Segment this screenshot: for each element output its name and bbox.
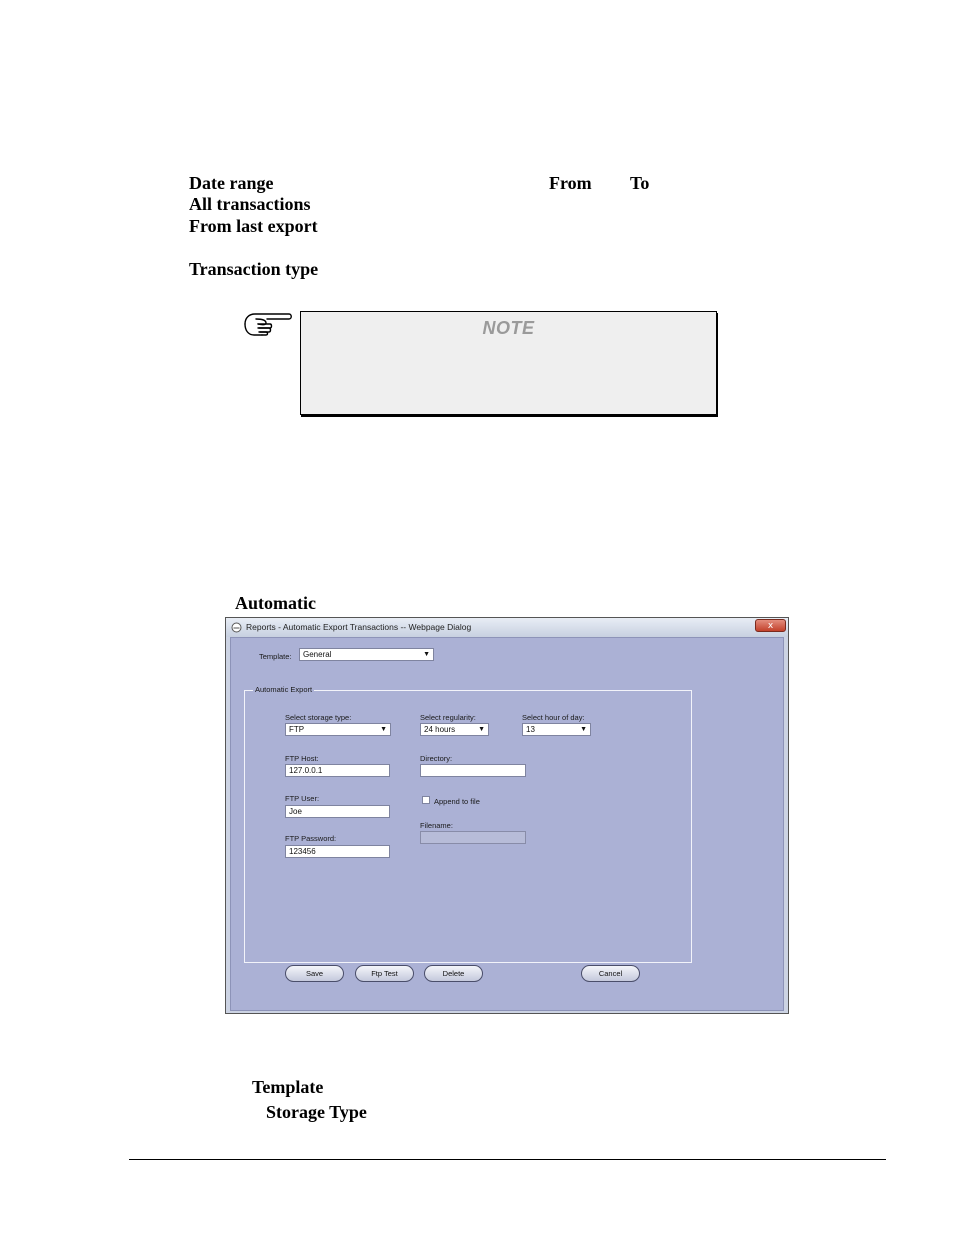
from-label: From (549, 173, 592, 193)
ftp-password-label: FTP Password: (285, 834, 337, 843)
template-label: Template: (259, 652, 292, 661)
directory-input[interactable] (420, 764, 526, 777)
storage-type-label: Select storage type: (285, 713, 352, 722)
ftp-password-input[interactable]: 123456 (285, 845, 390, 858)
note-box: NOTE (300, 311, 717, 415)
append-to-file-label: Append to file (434, 797, 480, 806)
from-last-export-label: From last export (189, 216, 318, 236)
storage-type-value: FTP (289, 725, 305, 734)
ftp-user-input[interactable]: Joe (285, 805, 390, 818)
export-dialog: Reports - Automatic Export Transactions … (225, 617, 789, 1014)
dialog-title: Reports - Automatic Export Transactions … (246, 622, 472, 632)
footer-divider (129, 1159, 886, 1160)
ftp-test-button[interactable]: Ftp Test (355, 965, 414, 982)
close-button[interactable]: x (755, 619, 786, 632)
storage-type-heading: Storage Type (266, 1102, 367, 1122)
directory-label: Directory: (420, 754, 453, 763)
regularity-select[interactable]: 24 hours ▼ (420, 723, 489, 736)
chevron-down-icon: ▼ (580, 726, 587, 733)
chevron-down-icon: ▼ (423, 651, 430, 658)
delete-button[interactable]: Delete (424, 965, 483, 982)
all-transactions-label: All transactions (189, 194, 311, 214)
pointing-hand-icon (244, 313, 292, 336)
date-range-label: Date range (189, 173, 274, 193)
cancel-button[interactable]: Cancel (581, 965, 640, 982)
save-button[interactable]: Save (285, 965, 344, 982)
dialog-titlebar: Reports - Automatic Export Transactions … (226, 618, 788, 637)
chevron-down-icon: ▼ (478, 726, 485, 733)
template-value: General (303, 650, 332, 659)
template-select[interactable]: General ▼ (299, 648, 434, 661)
ftp-user-label: FTP User: (285, 794, 320, 803)
to-label: To (630, 173, 650, 193)
filename-input[interactable] (420, 831, 526, 844)
template-heading: Template (252, 1077, 324, 1097)
hour-of-day-value: 13 (526, 725, 535, 734)
ftp-host-input[interactable]: 127.0.0.1 (285, 764, 390, 777)
regularity-value: 24 hours (424, 725, 456, 734)
ftp-host-label: FTP Host: (285, 754, 319, 763)
automatic-label: Automatic (235, 593, 316, 613)
filename-label: Filename: (420, 821, 453, 830)
note-title: NOTE (482, 318, 535, 338)
chevron-down-icon: ▼ (380, 726, 387, 733)
hour-of-day-select[interactable]: 13 ▼ (522, 723, 591, 736)
storage-type-select[interactable]: FTP ▼ (285, 723, 391, 736)
browser-icon (231, 622, 242, 633)
transaction-type-label: Transaction type (189, 259, 319, 279)
dialog-body: Template: General ▼ Automatic Export Sel… (230, 637, 784, 1011)
append-to-file-checkbox[interactable] (422, 796, 430, 804)
group-legend: Automatic Export (253, 685, 315, 694)
hour-of-day-label: Select hour of day: (522, 713, 585, 722)
regularity-label: Select regularity: (420, 713, 476, 722)
